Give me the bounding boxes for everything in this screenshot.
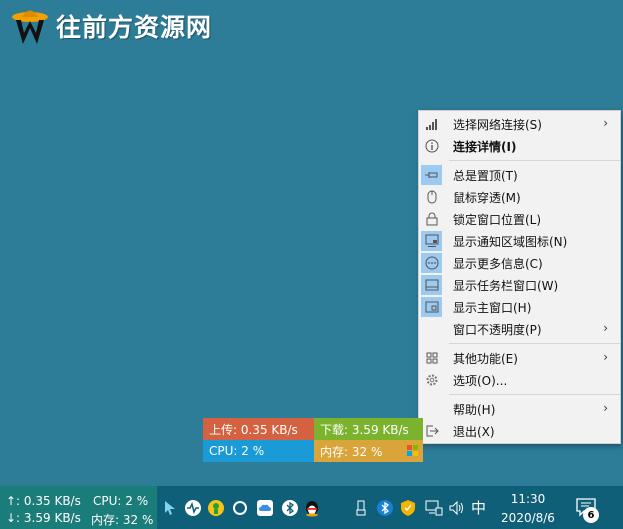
tray-monitor-icon: [421, 231, 442, 251]
menu-item-window-opacity[interactable]: 窗口不透明度(P) ›: [419, 318, 620, 340]
ime-indicator[interactable]: 中: [471, 497, 486, 518]
clock[interactable]: 11:30 2020/8/6: [494, 490, 562, 528]
taskbar-cpu: CPU: 2 %: [93, 494, 149, 508]
speed-widget[interactable]: 上传: 0.35 KB/s 下载: 3.59 KB/s CPU: 2 % 内存:…: [203, 418, 423, 462]
menu-separator: [449, 160, 620, 161]
menu-item-label: 显示主窗口(H): [453, 300, 532, 315]
watermark-logo: 往前方资源网: [10, 6, 212, 46]
chevron-right-icon: ›: [603, 116, 608, 130]
taskbar-upload: ↑: 0.35 KB/s: [6, 494, 81, 508]
clock-time: 11:30: [510, 492, 546, 506]
network-icon[interactable]: [425, 499, 443, 517]
info-icon: [421, 136, 442, 156]
menu-item-connection-details[interactable]: 连接详情(I): [419, 135, 620, 157]
gear-icon: [421, 370, 442, 390]
menu-item-show-main-window[interactable]: 显示主窗口(H): [419, 296, 620, 318]
taskbar-window-icon: [421, 275, 442, 295]
menu-item-label: 鼠标穿透(M): [453, 190, 521, 205]
menu-item-label: 显示任务栏窗口(W): [453, 278, 559, 293]
qq-penguin-icon[interactable]: [303, 499, 321, 517]
taskbar: ↑: 0.35 KB/s ↓: 3.59 KB/s CPU: 2 % 内存: 3…: [0, 486, 623, 529]
cpu-usage: CPU: 2 %: [203, 440, 314, 462]
upload-speed: 上传: 0.35 KB/s: [203, 418, 314, 440]
menu-item-label: 锁定窗口位置(L): [453, 212, 542, 227]
menu-item-options[interactable]: 选项(O)...: [419, 369, 620, 391]
cloud-app-icon[interactable]: [256, 499, 274, 517]
menu-item-label: 退出(X): [453, 424, 495, 439]
menu-item-select-network[interactable]: 选择网络连接(S) ›: [419, 113, 620, 135]
mouse-icon: [421, 187, 442, 207]
chevron-right-icon: ›: [603, 321, 608, 335]
pulse-app-icon[interactable]: [184, 499, 202, 517]
grid-icon: [421, 348, 442, 368]
watermark-text: 往前方资源网: [56, 13, 213, 42]
notification-count-badge: 6: [583, 507, 599, 523]
menu-item-show-tray-icon[interactable]: 显示通知区域图标(N): [419, 230, 620, 252]
taskbar-download: ↓: 3.59 KB/s: [6, 511, 81, 525]
usb-device-icon[interactable]: [352, 499, 370, 517]
menu-separator: [449, 394, 620, 395]
clock-date: 2020/8/6: [501, 511, 555, 525]
memory-usage-text: 内存: 32 %: [320, 444, 383, 459]
menu-item-label: 显示更多信息(C): [453, 256, 543, 271]
security-shield-icon[interactable]: [399, 499, 417, 517]
menu-item-lock-position[interactable]: 锁定窗口位置(L): [419, 208, 620, 230]
menu-item-label: 帮助(H): [453, 402, 496, 417]
chevron-right-icon: ›: [603, 401, 608, 415]
memory-usage: 内存: 32 %: [314, 440, 423, 462]
menu-item-show-taskbar-window[interactable]: 显示任务栏窗口(W): [419, 274, 620, 296]
bluetooth-icon[interactable]: [376, 499, 394, 517]
menu-separator: [449, 343, 620, 344]
menu-item-label: 窗口不透明度(P): [453, 322, 542, 337]
menu-item-mouse-through[interactable]: 鼠标穿透(M): [419, 186, 620, 208]
menu-item-label: 显示通知区域图标(N): [453, 234, 568, 249]
download-speed: 下载: 3.59 KB/s: [314, 418, 423, 440]
sombrero-w-logo-icon: [10, 6, 50, 46]
main-window-icon: [421, 297, 442, 317]
lock-icon: [421, 209, 442, 229]
menu-item-exit[interactable]: 退出(X): [419, 420, 620, 442]
yellow-app-icon[interactable]: [207, 499, 225, 517]
menu-item-label: 选择网络连接(S): [453, 117, 542, 132]
volume-icon[interactable]: [448, 499, 466, 517]
windows-logo-icon: [407, 445, 419, 457]
menu-item-always-on-top[interactable]: 总是置顶(T): [419, 164, 620, 186]
menu-item-show-more-info[interactable]: 显示更多信息(C): [419, 252, 620, 274]
exit-icon: [421, 421, 442, 441]
chevron-right-icon: ›: [603, 350, 608, 364]
cursor-app-icon[interactable]: [161, 499, 179, 517]
menu-item-other-functions[interactable]: 其他功能(E) ›: [419, 347, 620, 369]
pin-icon: [421, 165, 442, 185]
more-icon: [421, 253, 442, 273]
menu-item-help[interactable]: 帮助(H) ›: [419, 398, 620, 420]
taskbar-speed-widget[interactable]: ↑: 0.35 KB/s ↓: 3.59 KB/s CPU: 2 % 内存: 3…: [0, 486, 157, 529]
signal-icon: [421, 114, 442, 134]
menu-item-label: 其他功能(E): [453, 351, 518, 366]
context-menu: 选择网络连接(S) › 连接详情(I) 总是置顶(T) 鼠标穿透(M) 锁定窗口…: [418, 110, 621, 444]
menu-item-label: 选项(O)...: [453, 373, 508, 388]
bluetooth-app-icon[interactable]: [281, 499, 299, 517]
taskbar-memory: 内存: 32 %: [91, 513, 154, 527]
menu-item-label: 总是置顶(T): [453, 168, 518, 183]
menu-item-label: 连接详情(I): [453, 139, 517, 154]
circle-app-icon[interactable]: [231, 499, 249, 517]
